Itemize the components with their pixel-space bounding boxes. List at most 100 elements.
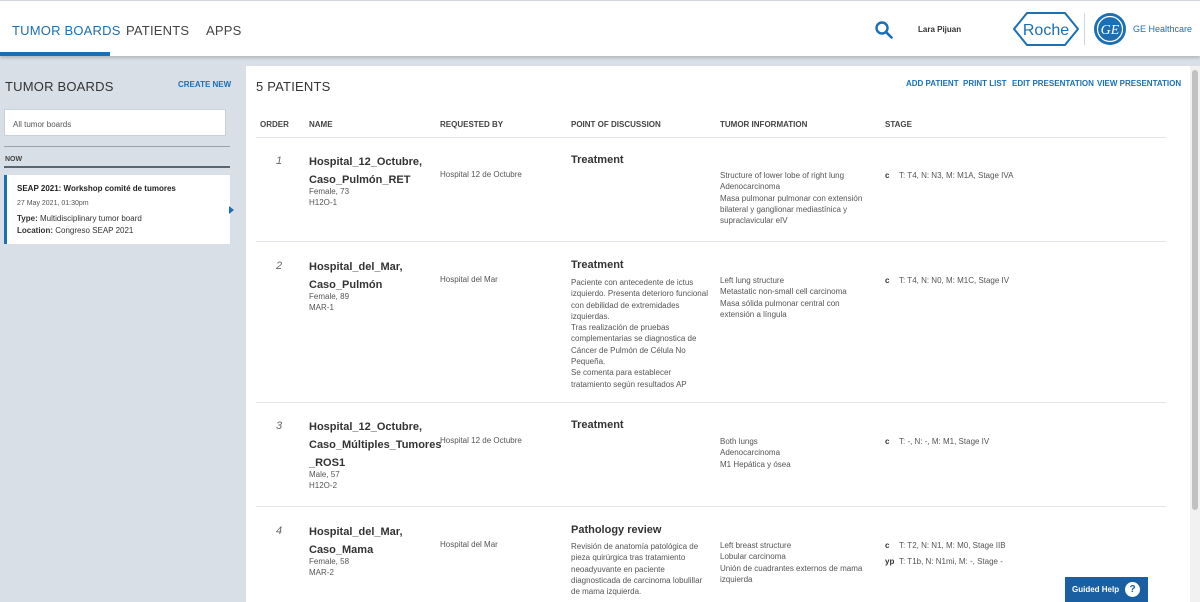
tumor-info-line: Adenocarcinoma [720,182,781,192]
view-presentation-link[interactable]: VIEW PRESENTATION [1097,79,1181,88]
guided-help-button[interactable]: Guided Help ? [1065,577,1148,602]
tumor-info-line: Lobular carcinoma [720,552,786,562]
patient-name[interactable]: Hospital_12_Octubre, Caso_Múltiples_Tumor… [309,418,442,472]
patient-gender-age: Male, 57 [309,470,340,479]
column-header-name[interactable]: NAME [309,120,333,129]
point-of-discussion-title: Treatment [571,419,624,431]
stage-info: c T: T4, N: N3, M: M1A, Stage IVA [885,170,1013,186]
stage-text: T: -, N: -, M: M1, Stage IV [899,437,990,446]
patient-details: Male, 57 H12O-2 [309,469,340,491]
discussion-paragraph: Se comenta para establecer tratamiento s… [571,368,687,389]
top-navigation-bar: TUMOR BOARDS PATIENTS APPS Lara Pijuan R… [0,0,1200,56]
tumor-info-line: Both lungs [720,437,758,446]
patient-order: 3 [276,420,283,432]
discussion-paragraph: Paciente con antecedente de ictus izquie… [571,278,708,321]
stage-text: T: T4, N: N3, M: M1A, Stage IVA [899,171,1014,180]
patient-name-line: Hospital_12_Octubre, [309,421,423,433]
ge-logo: GE [1094,13,1126,45]
selected-arrow-icon [229,206,234,214]
tumor-info-line: Metastatic non-small cell carcinoma [720,287,847,297]
tumor-info-line: Masa pulmonar pulmonar con extensión bil… [720,193,863,226]
stage-text: T: T1b, N: N1mi, M: -, Stage - [899,557,1003,566]
nav-active-indicator [0,52,110,56]
patient-order: 1 [276,155,283,167]
column-header-stage[interactable]: STAGE [885,120,912,129]
patient-order: 2 [276,260,283,272]
patient-gender-age: Female, 73 [309,187,350,196]
sidebar-title: TUMOR BOARDS [5,79,114,94]
board-type: Type: Multidisciplinary tumor board [17,214,142,223]
now-label: NOW [5,156,23,163]
patient-gender-age: Female, 58 [309,557,350,566]
divider [4,166,230,168]
board-title: SEAP 2021: Workshop comité de tumores [17,184,176,193]
stage-prefix: c [885,437,890,446]
divider [4,146,230,147]
stage-line: c T: T4, N: N3, M: M1A, Stage IVA [885,170,1013,181]
tumor-info-line: Masa sólida pulmonar central con extensi… [720,298,840,319]
point-of-discussion-text: Revisión de anatomía patológica de pieza… [571,541,709,597]
column-header-point-of-discussion[interactable]: POINT OF DISCUSSION [571,120,661,129]
scrollbar[interactable] [1190,66,1200,602]
stage-line: c T: -, N: -, M: M1, Stage IV [885,436,989,447]
discussion-paragraph: Revisión de anatomía patológica de pieza… [571,542,703,597]
svg-text:Roche: Roche [1023,22,1069,39]
tumor-info-line: Unión de cuadrantes externos de mama izq… [720,563,863,584]
patient-name-line: Caso_Múltiples_Tumores [309,439,442,451]
tumor-board-card[interactable]: SEAP 2021: Workshop comité de tumores 27… [4,175,230,244]
stage-prefix: c [885,276,890,285]
ge-healthcare-label: GE Healthcare [1133,24,1193,34]
tumor-board-filter[interactable]: All tumor boards [4,109,226,136]
column-header-order[interactable]: ORDER [260,120,289,129]
patient-order: 4 [276,525,283,537]
user-name[interactable]: Lara Pijuan [918,25,961,34]
patient-details: Female, 58 MAR-2 [309,556,349,578]
create-new-link[interactable]: CREATE NEW [178,80,231,89]
patient-name[interactable]: Hospital_12_Octubre, Caso_Pulmón_RET [309,153,437,189]
column-header-requested-by[interactable]: REQUESTED BY [440,120,503,129]
board-location: Location: Congreso SEAP 2021 [17,226,134,235]
stage-line: c T: T2, N: N1, M: M0, Stage IIB [885,540,1006,551]
discussion-paragraph: Tras realización de pruebas complementar… [571,323,697,367]
tumor-info-line: M1 Hepática y ósea [720,459,791,469]
patient-name-line: Hospital_del_Mar, [309,261,403,273]
patient-id: H12O-2 [309,481,338,490]
requested-by: Hospital del Mar [440,540,498,549]
patients-count: 5 PATIENTS [256,79,331,94]
requested-by: Hospital del Mar [440,275,498,284]
point-of-discussion-title: Treatment [571,259,624,271]
requested-by: Hospital 12 de Octubre [440,170,522,179]
svg-text:GE: GE [1101,23,1120,38]
patients-panel: 5 PATIENTS ADD PATIENT PRINT LIST EDIT P… [246,66,1190,602]
stage-prefix: c [885,541,890,550]
point-of-discussion-title: Treatment [571,154,624,166]
nav-tumor-boards[interactable]: TUMOR BOARDS [12,23,121,38]
patient-name[interactable]: Hospital_del_Mar, Caso_Pulmón [309,258,437,294]
row-divider [256,241,1166,242]
row-divider [256,506,1166,507]
row-divider [256,402,1166,403]
help-icon: ? [1125,582,1140,597]
nav-apps[interactable]: APPS [206,23,241,38]
patient-id: MAR-1 [309,303,334,312]
roche-logo: Roche [1013,12,1079,46]
tumor-info-line: Left lung structure [720,276,785,285]
add-patient-link[interactable]: ADD PATIENT [906,79,959,88]
column-header-tumor-information[interactable]: TUMOR INFORMATION [720,120,807,129]
edit-presentation-link[interactable]: EDIT PRESENTATION [1012,79,1094,88]
scrollbar-thumb[interactable] [1192,70,1198,510]
tumor-information: Left lung structure Metastatic non-small … [720,275,874,320]
stage-line: yp T: T1b, N: N1mi, M: -, Stage - [885,556,1006,567]
logo-divider [1084,13,1085,45]
stage-prefix: c [885,171,890,180]
search-icon[interactable] [874,20,894,40]
stage-line: c T: T4, N: N0, M: M1C, Stage IV [885,275,1009,286]
patient-details: Female, 89 MAR-1 [309,291,349,313]
requested-by: Hospital 12 de Octubre [440,436,522,445]
nav-patients[interactable]: PATIENTS [126,23,189,38]
board-date: 27 May 2021, 01:30pm [17,200,89,207]
patient-name-line: Hospital_12_Octubre, [309,156,423,168]
patient-id: MAR-2 [309,568,334,577]
print-list-link[interactable]: PRINT LIST [963,79,1007,88]
patient-name[interactable]: Hospital_del_Mar, Caso_Mama [309,523,437,559]
